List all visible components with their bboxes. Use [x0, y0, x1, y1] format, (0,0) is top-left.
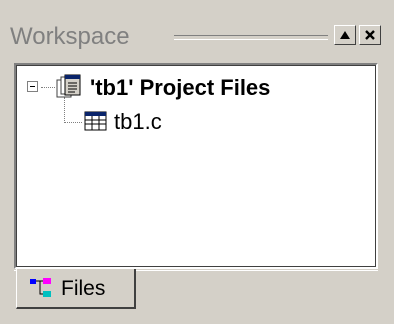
project-files-icon — [56, 74, 81, 98]
files-tab-icon — [30, 278, 51, 297]
close-icon — [365, 30, 375, 40]
file-tree[interactable]: 'tb1' Project Files tb1.c — [14, 63, 378, 269]
project-files-node[interactable]: 'tb1' Project Files — [90, 75, 270, 101]
tree-connector — [64, 122, 82, 123]
tree-connector — [64, 97, 65, 123]
workspace-tab-strip: Files — [14, 269, 378, 311]
file-node-tb1-c[interactable]: tb1.c — [114, 109, 162, 135]
source-file-icon — [84, 111, 107, 131]
tree-connector — [41, 87, 55, 88]
workspace-title: Workspace — [10, 24, 134, 50]
caption-grip[interactable] — [174, 35, 328, 40]
workspace-caption-bar[interactable]: Workspace — [0, 0, 394, 70]
collapse-toggle[interactable] — [27, 81, 38, 92]
restore-button[interactable] — [334, 25, 356, 45]
tab-files[interactable]: Files — [16, 269, 136, 309]
restore-icon — [340, 31, 350, 39]
workspace-panel: Workspace 'tb1' Project Files tb1.c File… — [0, 0, 394, 324]
tab-files-label: Files — [61, 277, 106, 300]
close-button[interactable] — [359, 25, 381, 45]
